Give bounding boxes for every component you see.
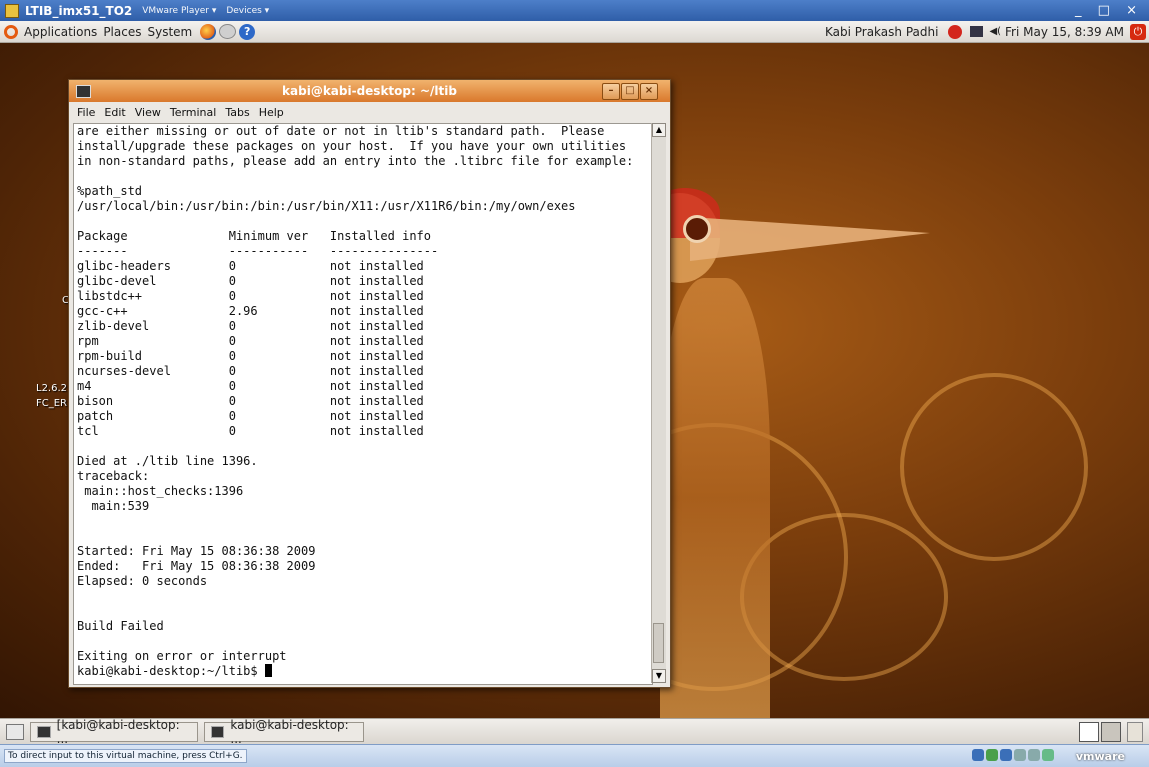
taskbar-item[interactable]: kabi@kabi-desktop: ... xyxy=(204,718,364,746)
vm-app-icon xyxy=(5,3,19,18)
trash-icon[interactable] xyxy=(1127,722,1143,742)
menu-terminal[interactable]: Terminal xyxy=(170,106,217,119)
top-panel: Applications Places System ? Kabi Prakas… xyxy=(0,21,1149,43)
taskbar-item-label: [kabi@kabi-desktop: ... xyxy=(56,718,180,746)
terminal-window: kabi@kabi-desktop: ~/ltib – □ × File Edi… xyxy=(68,79,671,688)
close-button[interactable]: × xyxy=(640,83,658,100)
scroll-down-button[interactable]: ▼ xyxy=(652,669,666,683)
terminal-output-area[interactable]: are either missing or out of date or not… xyxy=(73,123,653,685)
bottom-panel: [kabi@kabi-desktop: ... kabi@kabi-deskto… xyxy=(0,718,1149,746)
input-hint: To direct input to this virtual machine,… xyxy=(4,749,247,763)
vmware-tools-icon[interactable] xyxy=(1041,748,1054,761)
vm-window-controls[interactable]: _ □ × xyxy=(1075,3,1143,18)
menu-tabs[interactable]: Tabs xyxy=(225,106,249,119)
applications-menu[interactable]: Applications xyxy=(24,25,97,39)
terminal-title-bar[interactable]: kabi@kabi-desktop: ~/ltib – □ × xyxy=(69,80,670,102)
terminal-icon xyxy=(76,85,91,98)
terminal-menu-bar: File Edit View Terminal Tabs Help xyxy=(69,102,670,122)
network-adapter-icon[interactable] xyxy=(999,748,1012,761)
wallpaper-swirl xyxy=(740,513,948,681)
terminal-title: kabi@kabi-desktop: ~/ltib xyxy=(282,84,457,98)
system-menu[interactable]: System xyxy=(147,25,192,39)
scroll-up-button[interactable]: ▲ xyxy=(652,123,666,137)
vmware-status-bar: To direct input to this virtual machine,… xyxy=(0,744,1149,767)
terminal-text: are either missing or out of date or not… xyxy=(74,124,652,679)
wallpaper-heron-beak xyxy=(690,217,930,261)
help-icon[interactable]: ? xyxy=(239,23,256,40)
menu-help[interactable]: Help xyxy=(259,106,284,119)
vm-title: LTIB_imx51_TO2 xyxy=(25,3,133,18)
terminal-output: are either missing or out of date or not… xyxy=(77,124,634,663)
devices-menu[interactable]: Devices ▾ xyxy=(226,6,269,16)
workspace-2[interactable] xyxy=(1101,722,1121,742)
terminal-icon xyxy=(211,726,225,738)
minimize-button[interactable]: – xyxy=(602,83,620,100)
workspace-1[interactable] xyxy=(1079,722,1099,742)
menu-edit[interactable]: Edit xyxy=(104,106,125,119)
text-cursor xyxy=(264,664,272,677)
usb-icon[interactable] xyxy=(1013,748,1026,761)
volume-icon[interactable]: ◀( xyxy=(989,26,1001,37)
terminal-icon xyxy=(37,726,51,738)
shell-prompt: kabi@kabi-desktop:~/ltib$ xyxy=(77,664,265,678)
device-icons xyxy=(970,748,1054,764)
wallpaper-swirl xyxy=(900,373,1088,561)
show-desktop-button[interactable] xyxy=(6,724,24,740)
places-menu[interactable]: Places xyxy=(103,25,141,39)
taskbar-item-label: kabi@kabi-desktop: ... xyxy=(230,718,349,746)
mail-icon[interactable] xyxy=(219,24,237,39)
menu-file[interactable]: File xyxy=(77,106,95,119)
vertical-scrollbar[interactable]: ▲ ▼ xyxy=(651,123,666,683)
menu-view[interactable]: View xyxy=(135,106,161,119)
scrollbar-thumb[interactable] xyxy=(653,623,664,663)
hdd-icon[interactable] xyxy=(971,748,984,761)
maximize-button[interactable]: □ xyxy=(621,83,639,100)
firefox-icon[interactable] xyxy=(200,23,217,40)
clock[interactable]: Fri May 15, 8:39 AM xyxy=(1005,25,1124,39)
taskbar-item[interactable]: [kabi@kabi-desktop: ... xyxy=(30,718,198,746)
vmware-logo: vmware xyxy=(1075,749,1125,763)
vmware-player-menu[interactable]: VMware Player ▾ xyxy=(142,6,216,16)
user-name[interactable]: Kabi Prakash Padhi xyxy=(825,25,938,39)
vmware-title-bar: LTIB_imx51_TO2 VMware Player ▾ Devices ▾… xyxy=(0,0,1149,21)
wallpaper-heron-eye xyxy=(683,215,711,243)
cdrom-icon[interactable] xyxy=(985,748,998,761)
ubuntu-logo-icon xyxy=(4,24,18,39)
update-notifier-icon[interactable] xyxy=(948,24,963,39)
desktop-icon-label[interactable]: FC_ER xyxy=(36,398,67,409)
power-icon[interactable]: ⏻ xyxy=(1130,23,1146,40)
network-icon[interactable] xyxy=(970,26,984,37)
wallpaper-heron-neck xyxy=(660,278,770,718)
sound-icon[interactable] xyxy=(1027,748,1040,761)
desktop-icon-label[interactable]: L2.6.2 xyxy=(36,383,67,394)
